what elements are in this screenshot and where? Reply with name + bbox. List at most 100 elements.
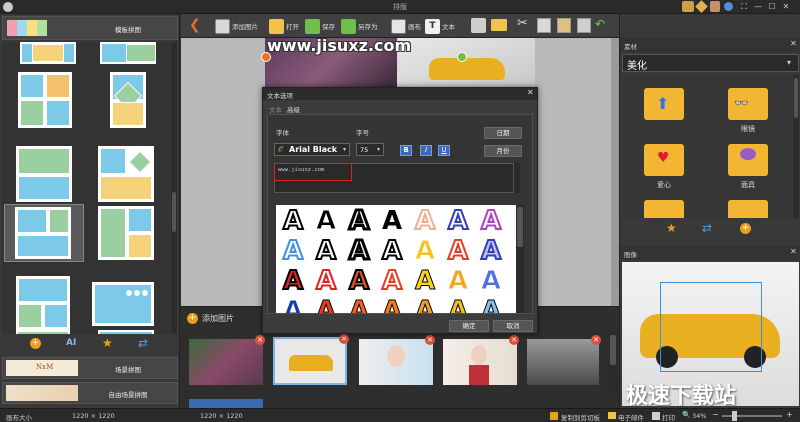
user-icon[interactable] [710, 1, 720, 12]
template-thumb[interactable] [92, 282, 154, 326]
undo-icon[interactable]: ↶ [595, 17, 605, 31]
date-button[interactable]: 日期 [484, 127, 522, 139]
clipboard-icon[interactable] [550, 412, 558, 420]
text-style-sample[interactable]: A [476, 267, 506, 296]
text-style-sample[interactable]: A [377, 207, 407, 235]
zoom-slider[interactable] [722, 411, 782, 421]
canvas-button[interactable]: 画布 [391, 16, 421, 36]
close-icon[interactable]: ✕ [790, 39, 797, 48]
bold-button[interactable]: B [400, 145, 412, 156]
text-style-sample[interactable]: A [443, 297, 473, 314]
text-style-sample[interactable]: A [311, 236, 341, 266]
text-style-sample[interactable]: A [443, 236, 473, 266]
text-style-sample[interactable]: A [311, 266, 341, 296]
category-select[interactable]: 美化 ▾ [622, 54, 799, 72]
strip-add-image-button[interactable]: + 添加图片 [187, 313, 234, 324]
material-item-arrow[interactable]: ⬆ [644, 88, 684, 120]
fullscreen-button[interactable]: ⛶ [738, 1, 750, 12]
template-thumb[interactable] [16, 276, 70, 330]
text-style-sample[interactable]: A [476, 297, 506, 314]
copy-icon[interactable] [537, 18, 551, 33]
close-icon[interactable]: ✕ [790, 247, 797, 256]
template-scrollbar[interactable] [171, 42, 177, 334]
strip-thumb-flowers[interactable]: ✕ [189, 335, 265, 385]
text-button[interactable]: T 文本 [425, 16, 455, 36]
email-icon[interactable] [608, 412, 616, 419]
maximize-button[interactable]: ☐ [766, 1, 778, 12]
zoom-in-icon[interactable]: + [786, 410, 793, 419]
text-style-sample[interactable]: A [476, 236, 506, 266]
text-style-sample[interactable]: A [278, 206, 308, 236]
remove-icon[interactable]: ✕ [339, 334, 349, 344]
zoom-out-icon[interactable]: − [712, 410, 719, 419]
strip-thumb-car[interactable]: ✕ [273, 334, 349, 385]
star-icon[interactable]: ★ [666, 221, 677, 235]
material-item-heart[interactable]: ♥ [644, 144, 684, 176]
cut-icon[interactable]: ✂ [517, 16, 528, 31]
crop-selection[interactable] [660, 282, 762, 372]
remove-icon[interactable]: ✕ [591, 335, 601, 345]
font-select[interactable]: 𝒪 Arial Black ▾ [274, 143, 350, 156]
text-style-sample[interactable]: A [410, 267, 440, 296]
print-icon[interactable] [471, 18, 486, 33]
italic-button[interactable]: I [420, 145, 432, 156]
strip-thumb-portrait-1[interactable]: ✕ [359, 335, 435, 385]
template-thumb[interactable] [110, 72, 146, 128]
style-grid-scrollbar[interactable] [516, 205, 524, 313]
paste-icon[interactable] [557, 18, 571, 33]
text-style-sample[interactable]: A [410, 297, 440, 314]
template-thumb[interactable] [100, 42, 156, 64]
info-icon[interactable] [724, 2, 733, 11]
tab-text[interactable]: 文本 [269, 104, 282, 114]
underline-button[interactable]: U [438, 145, 450, 156]
text-style-sample[interactable]: A [278, 297, 308, 314]
canvas-image-car[interactable] [399, 38, 535, 88]
text-input-scrollbar[interactable] [514, 163, 520, 193]
strip-scrollbar[interactable] [609, 333, 617, 393]
text-style-sample[interactable]: A [278, 236, 308, 266]
add-icon[interactable]: + [740, 223, 751, 234]
text-style-sample[interactable]: A [344, 266, 374, 296]
text-style-sample[interactable]: A [344, 236, 374, 267]
cancel-button[interactable]: 取消 [493, 320, 533, 332]
template-thumb[interactable] [16, 146, 72, 202]
material-item[interactable] [728, 200, 768, 218]
layer-icon[interactable] [577, 18, 591, 33]
text-style-sample[interactable]: A [443, 206, 473, 236]
template-thumb[interactable] [18, 72, 72, 128]
scene-collage-tab[interactable]: NxM 场景拼图 [2, 357, 178, 379]
material-item-glasses[interactable]: 👓 [728, 88, 768, 120]
text-style-sample[interactable]: A [344, 297, 374, 314]
text-style-sample[interactable]: A [377, 266, 407, 296]
save-button[interactable]: 保存 [305, 16, 335, 36]
strip-thumb-portrait-2[interactable]: ✕ [443, 335, 519, 385]
add-icon[interactable]: + [30, 338, 41, 349]
refresh-icon[interactable]: ⇄ [702, 221, 712, 235]
remove-icon[interactable]: ✕ [425, 335, 435, 345]
text-style-sample[interactable]: A [410, 237, 440, 266]
copy-to-clipboard[interactable]: 复制到剪切板 [561, 412, 600, 422]
size-select[interactable]: 75 ▾ [356, 143, 384, 156]
ok-button[interactable]: 确定 [449, 320, 489, 332]
print-status[interactable]: 打印 [662, 412, 675, 422]
text-style-sample[interactable]: A [311, 207, 341, 236]
text-style-sample[interactable]: A [377, 297, 407, 314]
text-style-sample[interactable]: A [377, 236, 407, 266]
close-button[interactable]: ✕ [780, 1, 792, 12]
email-status[interactable]: 电子邮件 [618, 412, 644, 422]
refresh-icon[interactable]: ⇄ [138, 336, 148, 350]
text-style-sample[interactable]: A [443, 267, 473, 296]
print-icon[interactable] [652, 412, 660, 420]
text-style-sample[interactable]: A [311, 297, 341, 314]
remove-icon[interactable]: ✕ [255, 335, 265, 345]
strip-thumb-car-2[interactable]: ✕ [527, 335, 601, 385]
move-handle[interactable] [457, 52, 467, 62]
zoom-slider-thumb[interactable] [732, 411, 737, 421]
material-item[interactable] [644, 200, 684, 218]
canvas-scrollbar[interactable] [611, 38, 619, 306]
canvas-text-watermark[interactable]: www.jisuxz.com [267, 36, 411, 55]
add-image-button[interactable]: 添加图片 [215, 16, 258, 36]
back-icon[interactable]: ❮ [189, 17, 201, 33]
star-icon[interactable]: ★ [102, 336, 113, 350]
text-style-sample[interactable]: A [476, 206, 506, 236]
